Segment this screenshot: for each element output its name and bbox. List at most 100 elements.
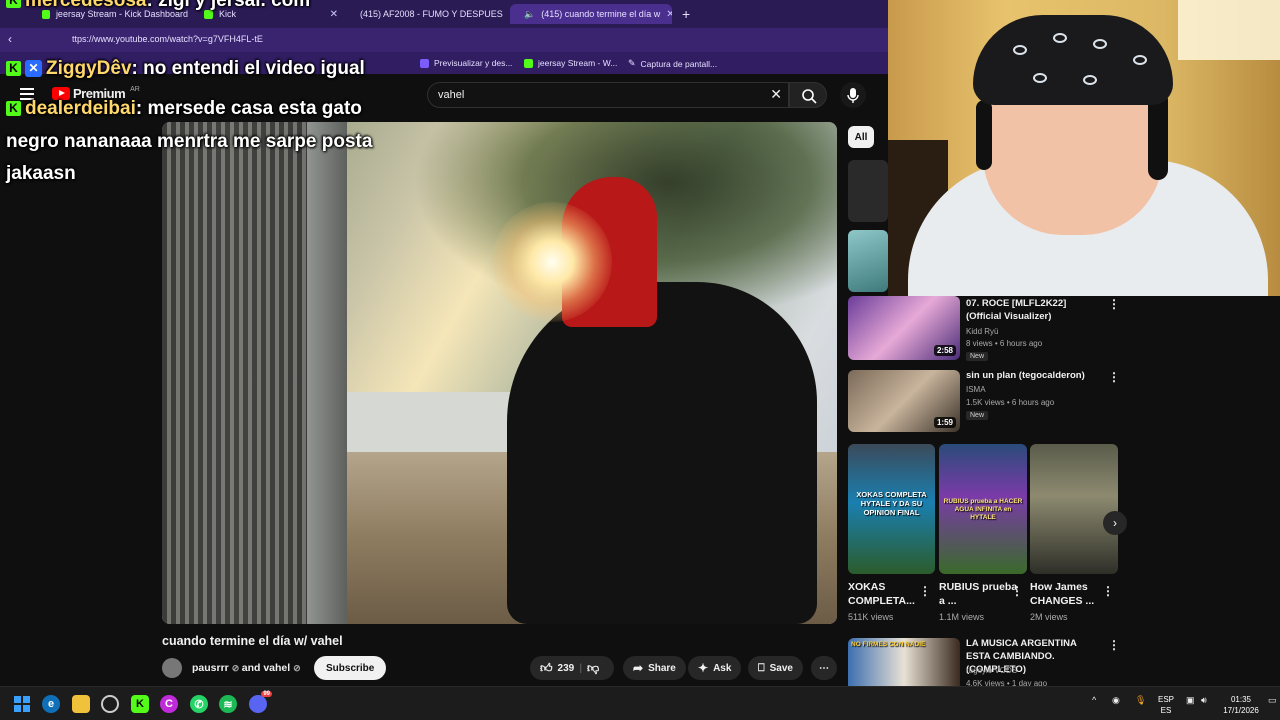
channel-name[interactable]: pausrrr ⊘ and vahel ⊘	[192, 662, 301, 674]
chat-username: dealerdeibai	[25, 98, 136, 119]
search-input[interactable]: vahel ✕	[427, 82, 789, 108]
windows-start-icon[interactable]	[13, 695, 31, 713]
thumbs-up-icon[interactable]: 👍︎	[540, 661, 553, 676]
bookmark-item[interactable]: ✎ Captura de pantall...	[628, 58, 717, 69]
next-shorts-button[interactable]: ›	[1103, 511, 1127, 535]
volume-icon[interactable]: 🔊︎	[1201, 695, 1207, 706]
bookmark-icon: ⎕	[758, 661, 765, 674]
more-options-icon[interactable]: ⋮	[1102, 584, 1114, 598]
more-options-icon[interactable]: ⋮	[1108, 638, 1120, 652]
canva-icon[interactable]: C	[160, 695, 178, 713]
bookmark-item[interactable]: Previsualizar y des...	[420, 58, 512, 68]
voice-search-button[interactable]	[840, 82, 866, 108]
share-button[interactable]: ➦ Share	[623, 656, 686, 680]
video-thumbnail[interactable]	[848, 160, 888, 222]
discord-icon[interactable]: 99	[249, 691, 272, 713]
webcam-overlay	[888, 0, 1280, 296]
duration-badge: 1:59	[933, 417, 956, 428]
short-title[interactable]: RUBIUS prueba a ...	[939, 580, 1019, 608]
search-icon	[802, 89, 817, 104]
chip-all[interactable]: All	[848, 126, 874, 148]
network-icon[interactable]: ▣	[1186, 695, 1195, 706]
chat-continuation: jakaasn	[6, 163, 76, 184]
ask-button[interactable]: ✦ Ask	[688, 656, 742, 680]
rec-title[interactable]: sin un plan (tegocalderon)	[966, 369, 1102, 382]
video-thumbnail[interactable]: NO FIRMES CON NADIE	[848, 638, 960, 686]
close-tab-icon[interactable]: ✕	[666, 9, 672, 20]
bookmark-label: Previsualizar y des...	[434, 58, 513, 68]
clear-search-icon[interactable]: ✕	[770, 86, 782, 103]
rec-channel[interactable]: rageylo VODS	[966, 665, 1017, 677]
edge-browser-icon[interactable]: e	[42, 695, 60, 713]
more-options-icon[interactable]: ⋮	[1108, 370, 1120, 384]
save-button[interactable]: ⎕ Save	[748, 656, 803, 680]
right-empty-area	[1128, 296, 1280, 686]
speaker-icon: 🔈	[524, 8, 536, 19]
short-thumbnail[interactable]: RUBIUS prueba a HACER AGUA INFINITA en H…	[939, 444, 1027, 574]
chat-message: Kmercedesosa: zigi y jersai. com	[6, 0, 310, 12]
like-count[interactable]: 239	[558, 663, 575, 674]
windows-taskbar: e K C ✆ ≋ 99 ^ ◉ 🎙︎ ESP ES ▣ 🔊︎ 01:35 17…	[0, 686, 1280, 720]
more-options-icon[interactable]: ⋮	[919, 584, 931, 598]
chat-text: : mersede casa esta gato	[135, 98, 362, 119]
kick-favicon-icon	[524, 58, 533, 68]
webcam-window-light	[1178, 0, 1280, 60]
chevron-up-icon[interactable]: ^	[1092, 695, 1096, 705]
microphone-icon	[847, 88, 859, 103]
url-field[interactable]: ttps://www.youtube.com/watch?v=g7VFH4FL-…	[72, 34, 263, 44]
clock-date: 17/1/2026	[1223, 706, 1259, 715]
more-options-icon[interactable]: ⋮	[1108, 297, 1120, 311]
scissors-icon: ✎	[628, 58, 636, 68]
short-thumbnail[interactable]	[1030, 444, 1118, 574]
rec-title[interactable]: 07. ROCE [MLFL2K22] (Official Visualizer…	[966, 297, 1102, 323]
subscribe-button[interactable]: Subscribe	[314, 656, 387, 680]
divider: |	[579, 662, 583, 674]
discord-tray-icon[interactable]: ◉	[1112, 695, 1120, 706]
avatar[interactable]	[162, 658, 182, 678]
back-arrow-icon[interactable]: ‹	[8, 32, 12, 46]
chat-continuation: negro nananaaa menrtra me sarpe posta	[6, 131, 373, 152]
more-actions-button[interactable]: ⋯	[811, 656, 837, 680]
notification-badge: 99	[261, 691, 272, 697]
rec-meta: 4.6K views • 1 day ago	[966, 679, 1048, 686]
new-tab-button[interactable]: +	[674, 4, 694, 24]
video-thumbnail[interactable]	[848, 230, 888, 292]
notification-icon[interactable]: ▭	[1268, 695, 1277, 706]
chat-message: Kdealerdeibai: mersede casa esta gato	[6, 98, 362, 120]
tab-af2008[interactable]: (415) AF2008 - FUMO Y DESPUES ✕	[346, 4, 508, 24]
file-explorer-icon[interactable]	[72, 695, 90, 713]
bookmark-label: Captura de pantall...	[640, 58, 718, 69]
spotify-icon[interactable]: ≋	[219, 695, 237, 713]
region-label: AR	[130, 86, 140, 93]
obs-icon[interactable]	[101, 695, 119, 713]
language-indicator[interactable]: ESP ES	[1156, 694, 1176, 716]
system-clock[interactable]: 01:35 17/1/2026	[1218, 694, 1264, 716]
channel-row: pausrrr ⊘ and vahel ⊘ Subscribe 👍︎ 239 |…	[162, 656, 837, 682]
kick-badge-icon: K	[6, 101, 21, 117]
bookmark-item[interactable]: jeersay Stream - W...	[524, 58, 617, 68]
kick-app-icon[interactable]: K	[131, 695, 149, 713]
video-thumbnail[interactable]: 1:59	[848, 370, 960, 432]
short-title[interactable]: How James CHANGES ...	[1030, 580, 1110, 608]
rec-channel[interactable]: Kidd Ryü	[966, 326, 998, 338]
rec-channel[interactable]: ISMA	[966, 384, 986, 396]
more-options-icon[interactable]: ⋮	[1011, 584, 1023, 598]
thumbnail-caption: XOKAS COMPLETA HYTALE Y DA SU OPINION FI…	[856, 490, 927, 517]
short-thumbnail[interactable]: XOKAS COMPLETA HYTALE Y DA SU OPINION FI…	[848, 444, 935, 574]
tab-cuando-termine[interactable]: 🔈 (415) cuando termine el día w ✕	[510, 4, 672, 24]
chat-message: K ✕ ZiggyDêv: no entendi el video igual	[6, 58, 365, 80]
video-player[interactable]	[162, 122, 837, 624]
search-button[interactable]	[789, 82, 827, 108]
video-thumbnail[interactable]: 2:58	[848, 296, 960, 360]
kick-badge-icon: K	[6, 61, 21, 77]
save-label: Save	[769, 662, 793, 674]
microphone-tray-icon[interactable]: 🎙︎	[1135, 695, 1146, 706]
thumbs-down-icon[interactable]: 👎︎	[587, 661, 599, 676]
short-title[interactable]: XOKAS COMPLETA...	[848, 580, 928, 608]
bookmark-label: jeersay Stream - W...	[538, 58, 618, 68]
tab-label: (415) AF2008 - FUMO Y DESPUES	[360, 9, 503, 19]
close-tab-icon[interactable]: ✕	[330, 9, 338, 20]
whatsapp-icon[interactable]: ✆	[190, 695, 208, 713]
screen: jeersay Stream - Kick Dashboard Kick ✕ (…	[0, 0, 1280, 720]
new-badge: New	[966, 352, 989, 361]
